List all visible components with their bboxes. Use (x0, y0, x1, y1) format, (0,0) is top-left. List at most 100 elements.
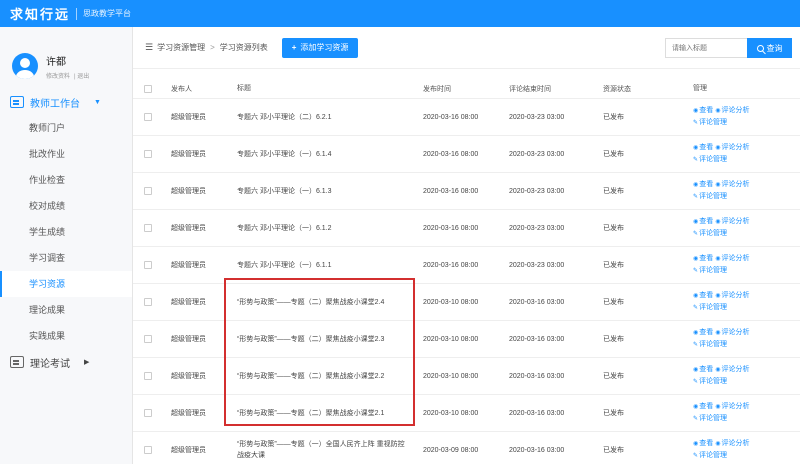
view-link[interactable]: ◉查看 (693, 107, 713, 114)
breadcrumb-root[interactable]: 学习资源管理 (157, 42, 205, 53)
analyze-link[interactable]: ◉评论分析 (715, 366, 749, 373)
view-link[interactable]: ◉查看 (693, 329, 713, 336)
sidebar-item-learning-resources[interactable]: 学习资源 (0, 271, 132, 297)
eye-icon: ◉ (715, 330, 721, 336)
row-checkbox[interactable] (144, 446, 152, 454)
cell-publisher: 超级管理员 (171, 151, 206, 158)
eye-icon: ◉ (693, 219, 699, 225)
analyze-link[interactable]: ◉评论分析 (715, 255, 749, 262)
select-all-checkbox[interactable] (144, 84, 152, 93)
search-button[interactable]: 查询 (747, 38, 792, 58)
row-checkbox[interactable] (144, 150, 152, 158)
view-link[interactable]: ◉查看 (693, 440, 713, 447)
manage-link[interactable]: ✎评论管理 (693, 156, 727, 163)
edit-profile-link[interactable]: 修改资料 (46, 74, 70, 80)
eye-icon: ◉ (693, 367, 699, 373)
view-link[interactable]: ◉查看 (693, 403, 713, 410)
cell-status: 已发布 (603, 410, 624, 417)
analyze-link[interactable]: ◉评论分析 (715, 329, 749, 336)
cell-status: 已发布 (603, 114, 624, 121)
manage-label: 评论管理 (699, 119, 728, 126)
manage-link[interactable]: ✎评论管理 (693, 415, 727, 422)
manage-link[interactable]: ✎评论管理 (693, 119, 727, 126)
view-link[interactable]: ◉查看 (693, 181, 713, 188)
exam-group-label: 理论考试 (30, 358, 70, 370)
row-checkbox[interactable] (144, 113, 152, 121)
eye-icon: ◉ (715, 145, 721, 151)
manage-link[interactable]: ✎评论管理 (693, 304, 727, 311)
cell-publish-time: 2020-03-16 08:00 (423, 150, 479, 158)
manage-label: 评论管理 (699, 452, 728, 459)
manage-link[interactable]: ✎评论管理 (693, 452, 727, 459)
table-header: 发布人 标题 发布时间 评论结束时间 资源状态 管理 (133, 79, 800, 99)
analyze-label: 评论分析 (721, 218, 750, 225)
logout-link[interactable]: 退出 (77, 74, 89, 80)
search-input[interactable] (665, 38, 747, 58)
manage-link[interactable]: ✎评论管理 (693, 341, 727, 348)
analyze-link[interactable]: ◉评论分析 (715, 403, 749, 410)
header-publish-time: 发布时间 (423, 85, 451, 93)
view-link[interactable]: ◉查看 (693, 255, 713, 262)
cell-status: 已发布 (603, 336, 624, 343)
sidebar-item-homework-check[interactable]: 作业检查 (0, 167, 132, 193)
row-checkbox[interactable] (144, 409, 152, 417)
analyze-link[interactable]: ◉评论分析 (715, 440, 749, 447)
add-resource-button[interactable]: + 添加学习资源 (281, 37, 359, 58)
cell-publish-time: 2020-03-16 08:00 (423, 187, 479, 195)
analyze-link[interactable]: ◉评论分析 (715, 144, 749, 151)
view-link[interactable]: ◉查看 (693, 144, 713, 151)
row-checkbox[interactable] (144, 335, 152, 343)
cell-publish-time: 2020-03-16 08:00 (423, 113, 479, 121)
row-checkbox[interactable] (144, 372, 152, 380)
analyze-link[interactable]: ◉评论分析 (715, 107, 749, 114)
cell-end-time: 2020-03-16 03:00 (509, 446, 565, 454)
row-checkbox[interactable] (144, 261, 152, 269)
sidebar-item-student-scores[interactable]: 学生成绩 (0, 219, 132, 245)
sidebar-item-practice-results[interactable]: 实践成果 (0, 323, 132, 349)
theory-exam-group[interactable]: 理论考试 ▶ (0, 349, 132, 375)
row-checkbox[interactable] (144, 224, 152, 232)
cell-title: 专题六 邓小平理论（一）6.1.4 (237, 150, 332, 158)
sidebar-item-teacher-portal[interactable]: 教师门户 (0, 115, 132, 141)
cell-end-time: 2020-03-23 03:00 (509, 187, 565, 195)
sidebar-item-learning-survey[interactable]: 学习调查 (0, 245, 132, 271)
brand-title: 求知行远 (10, 7, 71, 22)
cell-publish-time: 2020-03-16 08:00 (423, 261, 479, 269)
view-label: 查看 (699, 440, 714, 447)
sidebar-item-theory-results[interactable]: 理论成果 (0, 297, 132, 323)
cell-title: “形势与政策”——专题（二）聚焦战疫小课堂2.2 (237, 372, 385, 380)
teacher-workbench-group[interactable]: 教师工作台 ▼ (0, 89, 132, 115)
manage-label: 评论管理 (699, 156, 728, 163)
manage-link[interactable]: ✎评论管理 (693, 378, 727, 385)
row-checkbox[interactable] (144, 187, 152, 195)
row-checkbox[interactable] (144, 298, 152, 306)
cell-title: “形势与政策”——专题（二）聚焦战疫小课堂2.1 (237, 409, 385, 417)
cell-ops: ◉查看 ◉评论分析 ✎评论管理 (687, 105, 797, 129)
eye-icon: ◉ (715, 256, 721, 262)
sidebar-item-verify-scores[interactable]: 校对成绩 (0, 193, 132, 219)
eye-icon: ◉ (693, 108, 699, 114)
table-row: 超级管理员 专题六 邓小平理论（二）6.2.1 2020-03-16 08:00 20… (133, 99, 800, 136)
view-link[interactable]: ◉查看 (693, 292, 713, 299)
edit-icon: ✎ (693, 120, 699, 126)
manage-label: 评论管理 (699, 230, 728, 237)
table-row: 超级管理员 “形势与政策”——专题（一）全国人民齐上阵 重视防控战疫大课 2020-… (133, 432, 800, 464)
caret-right-icon: ▶ (84, 359, 90, 366)
sidebar-item-grade-homework[interactable]: 批改作业 (0, 141, 132, 167)
cell-end-time: 2020-03-16 03:00 (509, 335, 565, 343)
view-link[interactable]: ◉查看 (693, 366, 713, 373)
edit-icon: ✎ (693, 416, 699, 422)
manage-link[interactable]: ✎评论管理 (693, 267, 727, 274)
analyze-link[interactable]: ◉评论分析 (715, 218, 749, 225)
manage-link[interactable]: ✎评论管理 (693, 230, 727, 237)
cell-ops: ◉查看 ◉评论分析 ✎评论管理 (687, 438, 797, 462)
cell-publish-time: 2020-03-09 08:00 (423, 446, 479, 454)
view-link[interactable]: ◉查看 (693, 218, 713, 225)
view-label: 查看 (699, 218, 714, 225)
analyze-link[interactable]: ◉评论分析 (715, 292, 749, 299)
manage-link[interactable]: ✎评论管理 (693, 193, 727, 200)
analyze-link[interactable]: ◉评论分析 (715, 181, 749, 188)
view-label: 查看 (699, 366, 714, 373)
avatar[interactable] (12, 53, 38, 79)
cell-status: 已发布 (603, 151, 624, 158)
